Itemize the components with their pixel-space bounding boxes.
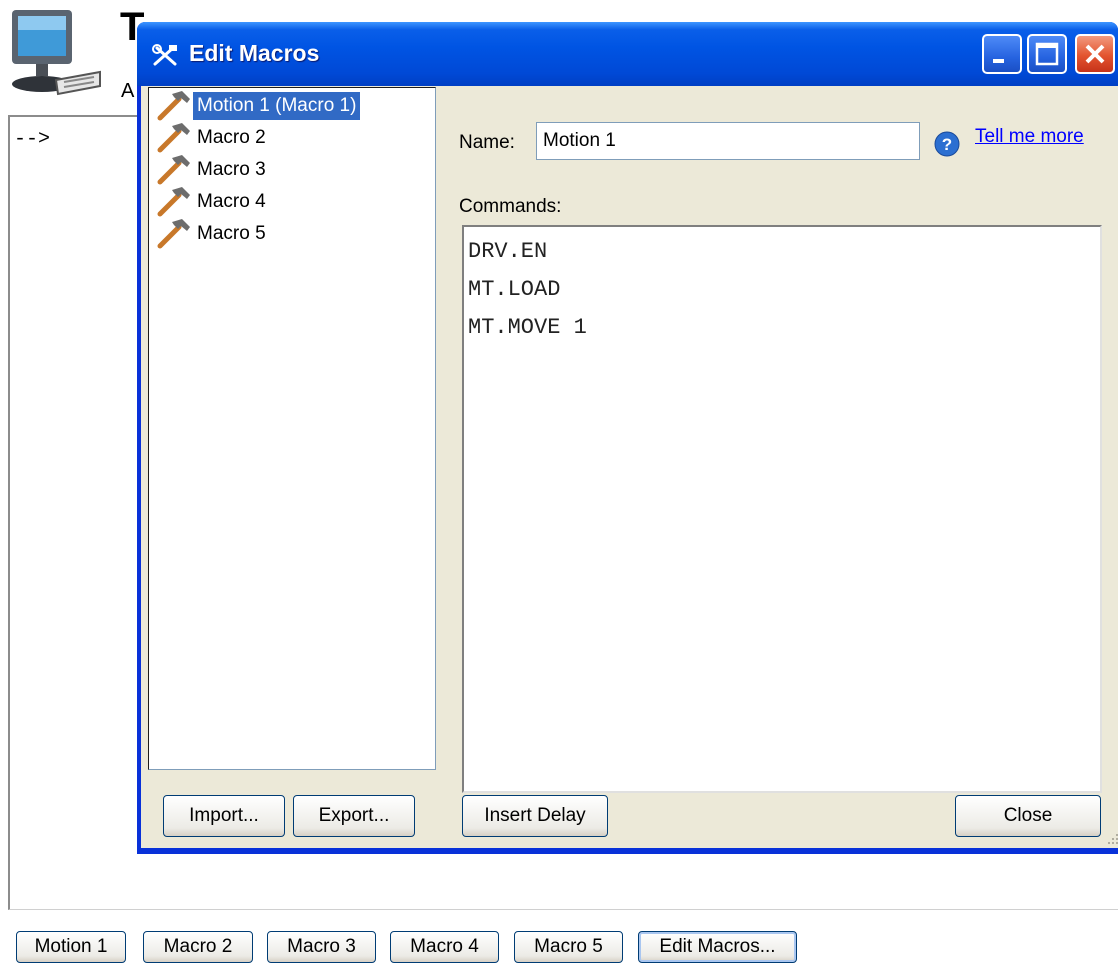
maximize-icon [1035, 42, 1059, 66]
resize-grip-icon[interactable] [1102, 830, 1118, 848]
macro-button-macro-5[interactable]: Macro 5 [514, 931, 623, 963]
dialog-client-area: Motion 1 (Macro 1) Macro 2 Macro 3 Macro… [141, 86, 1118, 848]
import-button[interactable]: Import... [163, 795, 285, 837]
name-label: Name: [459, 132, 515, 153]
list-item[interactable]: Macro 5 [155, 218, 425, 250]
list-item[interactable]: Macro 2 [155, 122, 425, 154]
close-window-button[interactable] [1075, 34, 1115, 74]
macro-button-macro-2[interactable]: Macro 2 [143, 931, 253, 963]
edit-macros-dialog: Edit Macros Motion 1 (Macro 1) Macro 2 M… [137, 22, 1118, 854]
terminal-subtitle: A [121, 80, 135, 102]
list-item[interactable]: Macro 3 [155, 154, 425, 186]
commands-textarea[interactable]: DRV.EN MT.LOAD MT.MOVE 1 [462, 225, 1102, 793]
name-field[interactable] [536, 122, 920, 160]
command-line: MT.LOAD [468, 277, 561, 302]
macro-button-motion-1[interactable]: Motion 1 [16, 931, 126, 963]
macro-button-macro-3[interactable]: Macro 3 [267, 931, 376, 963]
macro-list-label: Macro 3 [197, 159, 266, 180]
maximize-button[interactable] [1027, 34, 1067, 74]
terminal-prompt: --> [14, 128, 51, 151]
close-button[interactable]: Close [955, 795, 1101, 837]
list-item[interactable]: Motion 1 (Macro 1) [155, 90, 425, 122]
close-icon [1085, 44, 1105, 64]
command-line: DRV.EN [468, 239, 548, 264]
edit-macros-button[interactable]: Edit Macros... [638, 931, 797, 963]
macro-button-macro-4[interactable]: Macro 4 [390, 931, 499, 963]
help-icon[interactable]: ? [934, 131, 960, 157]
hammer-icon [157, 91, 190, 121]
hammer-icon [157, 219, 190, 249]
svg-text:?: ? [942, 135, 952, 154]
macro-list-label: Macro 5 [197, 223, 266, 244]
insert-delay-button[interactable]: Insert Delay [462, 795, 608, 837]
macro-list-label: Macro 2 [197, 127, 266, 148]
tell-me-more-link[interactable]: Tell me more [975, 126, 1084, 148]
macro-list[interactable]: Motion 1 (Macro 1) Macro 2 Macro 3 Macro… [148, 87, 436, 770]
commands-label: Commands: [459, 196, 562, 217]
dialog-titlebar[interactable]: Edit Macros [137, 22, 1118, 86]
hammer-icon [157, 187, 190, 217]
list-item[interactable]: Macro 4 [155, 186, 425, 218]
macro-list-label: Motion 1 (Macro 1) [193, 92, 361, 120]
minimize-icon [993, 59, 1004, 63]
dialog-title: Edit Macros [189, 40, 320, 66]
hammer-icon [157, 155, 190, 185]
export-button[interactable]: Export... [293, 795, 415, 837]
minimize-button[interactable] [982, 34, 1022, 74]
terminal-computer-icon [12, 10, 101, 96]
hammer-icon [157, 123, 190, 153]
macro-list-label: Macro 4 [197, 191, 266, 212]
command-line: MT.MOVE 1 [468, 315, 587, 340]
tools-icon [152, 44, 177, 66]
